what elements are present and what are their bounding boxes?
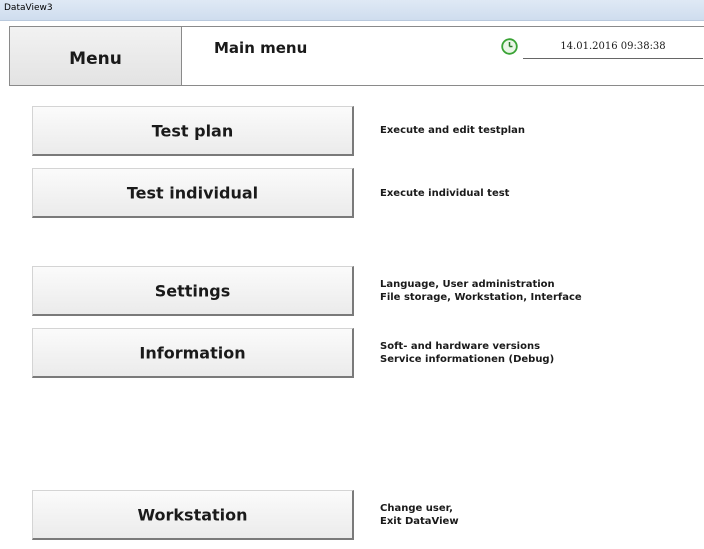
page-title: Main menu <box>214 39 308 57</box>
test-plan-button[interactable]: Test plan <box>32 106 354 156</box>
information-button-label: Information <box>139 343 246 362</box>
settings-button[interactable]: Settings <box>32 266 354 316</box>
test-individual-description: Execute individual test <box>380 187 509 200</box>
workstation-button-label: Workstation <box>137 505 248 524</box>
header-bar: Menu Main menu 14.01.2016 09:38:38 <box>9 26 704 86</box>
information-button[interactable]: Information <box>32 328 354 378</box>
description-line: File storage, Workstation, Interface <box>380 292 582 303</box>
workstation-description: Change user, Exit DataView <box>380 502 459 528</box>
datetime-display: 14.01.2016 09:38:38 <box>523 40 703 59</box>
window-titlebar: DataView3 <box>0 0 704 21</box>
settings-description: Language, User administration File stora… <box>380 278 582 304</box>
description-line: Exit DataView <box>380 516 459 527</box>
information-description: Soft- and hardware versions Service info… <box>380 340 554 366</box>
description-line: Soft- and hardware versions <box>380 341 541 352</box>
test-individual-button[interactable]: Test individual <box>32 168 354 218</box>
test-plan-button-label: Test plan <box>151 121 234 140</box>
description-line: Change user, <box>380 503 453 514</box>
description-line: Service informationen (Debug) <box>380 354 555 365</box>
window-title: DataView3 <box>4 3 53 13</box>
workstation-button[interactable]: Workstation <box>32 490 354 540</box>
menu-button[interactable]: Menu <box>9 26 182 86</box>
datetime-text: 14.01.2016 09:38:38 <box>560 41 666 52</box>
description-line: Execute individual test <box>380 188 510 199</box>
settings-button-label: Settings <box>154 281 231 300</box>
test-individual-button-label: Test individual <box>126 183 259 202</box>
page-title-area: Main menu 14.01.2016 09:38:38 <box>181 26 704 86</box>
menu-label: Menu <box>69 49 122 69</box>
test-plan-description: Execute and edit testplan <box>380 124 525 137</box>
clock-icon <box>501 38 518 55</box>
description-line: Language, User administration <box>380 279 555 290</box>
description-line: Execute and edit testplan <box>380 125 526 136</box>
